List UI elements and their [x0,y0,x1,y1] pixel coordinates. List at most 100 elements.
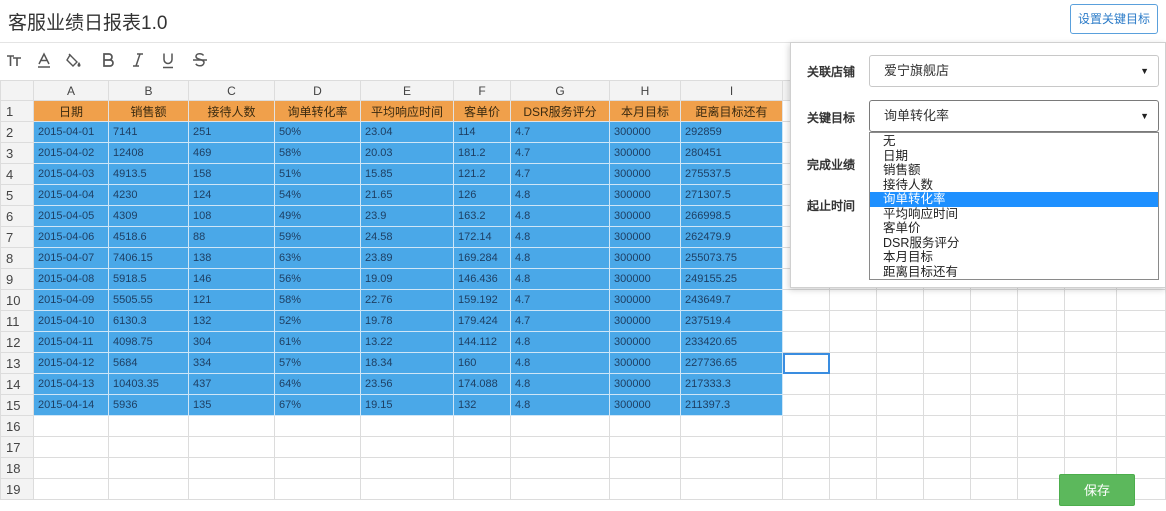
target-select[interactable]: 询单转化率 ▼ [869,100,1159,132]
empty-cell[interactable] [1116,436,1166,458]
data-cell[interactable]: 24.58 [360,226,454,248]
empty-cell[interactable] [274,478,361,500]
data-cell[interactable]: 4913.5 [108,163,189,185]
data-cell[interactable]: 300000 [609,184,681,206]
data-cell[interactable]: 138 [188,247,275,269]
row-header[interactable]: 1 [0,100,34,122]
data-cell[interactable]: 5505.55 [108,289,189,311]
empty-cell[interactable] [188,457,275,479]
data-cell[interactable]: 23.56 [360,373,454,395]
empty-cell[interactable] [1017,289,1065,311]
empty-cell[interactable] [1116,373,1166,395]
data-cell[interactable]: 19.78 [360,310,454,332]
column-header[interactable]: G [510,80,610,101]
header-cell[interactable]: DSR服务评分 [510,100,610,122]
data-cell[interactable]: 88 [188,226,275,248]
data-cell[interactable]: 4.8 [510,394,610,416]
row-header[interactable]: 8 [0,247,34,269]
empty-cell[interactable] [1064,394,1117,416]
column-header[interactable]: B [108,80,189,101]
column-header[interactable]: C [188,80,275,101]
corner-cell[interactable] [0,80,34,101]
data-cell[interactable]: 300000 [609,268,681,290]
data-cell[interactable]: 132 [188,310,275,332]
data-cell[interactable]: 4.7 [510,142,610,164]
empty-cell[interactable] [876,478,924,500]
empty-cell[interactable] [970,436,1018,458]
data-cell[interactable]: 262479.9 [680,226,783,248]
data-cell[interactable]: 304 [188,331,275,353]
column-header[interactable]: I [680,80,783,101]
row-header[interactable]: 13 [0,352,34,374]
data-cell[interactable]: 211397.3 [680,394,783,416]
data-cell[interactable]: 4098.75 [108,331,189,353]
header-cell[interactable]: 本月目标 [609,100,681,122]
data-cell[interactable]: 13.22 [360,331,454,353]
empty-cell[interactable] [1064,331,1117,353]
empty-cell[interactable] [923,478,971,500]
data-cell[interactable]: 300000 [609,121,681,143]
data-cell[interactable]: 2015-04-05 [33,205,109,227]
row-header[interactable]: 6 [0,205,34,227]
empty-cell[interactable] [1064,436,1117,458]
empty-cell[interactable] [510,457,610,479]
data-cell[interactable]: 21.65 [360,184,454,206]
column-header[interactable]: F [453,80,511,101]
target-options-dropdown[interactable]: 无日期 销售额 接待人数 询单转化率 平均响应时间 客单价 DSR服务评分 本月目标 距离目标还… [869,132,1159,280]
row-header[interactable]: 17 [0,436,34,458]
empty-cell[interactable] [1017,310,1065,332]
empty-cell[interactable] [876,415,924,437]
row-header[interactable]: 14 [0,373,34,395]
data-cell[interactable]: 52% [274,310,361,332]
data-cell[interactable]: 64% [274,373,361,395]
empty-cell[interactable] [680,415,783,437]
empty-cell[interactable] [782,457,830,479]
data-cell[interactable]: 56% [274,268,361,290]
empty-cell[interactable] [782,394,830,416]
data-cell[interactable]: 10403.35 [108,373,189,395]
empty-cell[interactable] [923,415,971,437]
empty-cell[interactable] [1017,436,1065,458]
data-cell[interactable]: 12408 [108,142,189,164]
empty-cell[interactable] [970,457,1018,479]
data-cell[interactable]: 2015-04-14 [33,394,109,416]
empty-cell[interactable] [680,436,783,458]
empty-cell[interactable] [360,436,454,458]
data-cell[interactable]: 280451 [680,142,783,164]
data-cell[interactable]: 51% [274,163,361,185]
empty-cell[interactable] [1017,457,1065,479]
empty-cell[interactable] [1116,352,1166,374]
data-cell[interactable]: 172.14 [453,226,511,248]
data-cell[interactable]: 237519.4 [680,310,783,332]
row-header[interactable]: 19 [0,478,34,500]
data-cell[interactable]: 4518.6 [108,226,189,248]
empty-cell[interactable] [1064,373,1117,395]
data-cell[interactable]: 300000 [609,373,681,395]
data-cell[interactable]: 4.8 [510,331,610,353]
data-cell[interactable]: 2015-04-08 [33,268,109,290]
header-cell[interactable]: 客单价 [453,100,511,122]
empty-cell[interactable] [923,394,971,416]
data-cell[interactable]: 300000 [609,163,681,185]
empty-cell[interactable] [609,436,681,458]
dropdown-option[interactable]: 接待人数 [870,178,1158,193]
row-header[interactable]: 12 [0,331,34,353]
data-cell[interactable]: 7406.15 [108,247,189,269]
data-cell[interactable]: 2015-04-10 [33,310,109,332]
data-cell[interactable]: 20.03 [360,142,454,164]
row-header[interactable]: 9 [0,268,34,290]
data-cell[interactable]: 61% [274,331,361,353]
empty-cell[interactable] [108,457,189,479]
empty-cell[interactable] [829,289,877,311]
empty-cell[interactable] [360,457,454,479]
empty-cell[interactable] [108,415,189,437]
data-cell[interactable]: 255073.75 [680,247,783,269]
empty-cell[interactable] [923,457,971,479]
header-cell[interactable]: 距离目标还有 [680,100,783,122]
data-cell[interactable]: 23.9 [360,205,454,227]
data-cell[interactable]: 18.34 [360,352,454,374]
empty-cell[interactable] [188,436,275,458]
empty-cell[interactable] [970,394,1018,416]
empty-cell[interactable] [923,373,971,395]
empty-cell[interactable] [274,457,361,479]
